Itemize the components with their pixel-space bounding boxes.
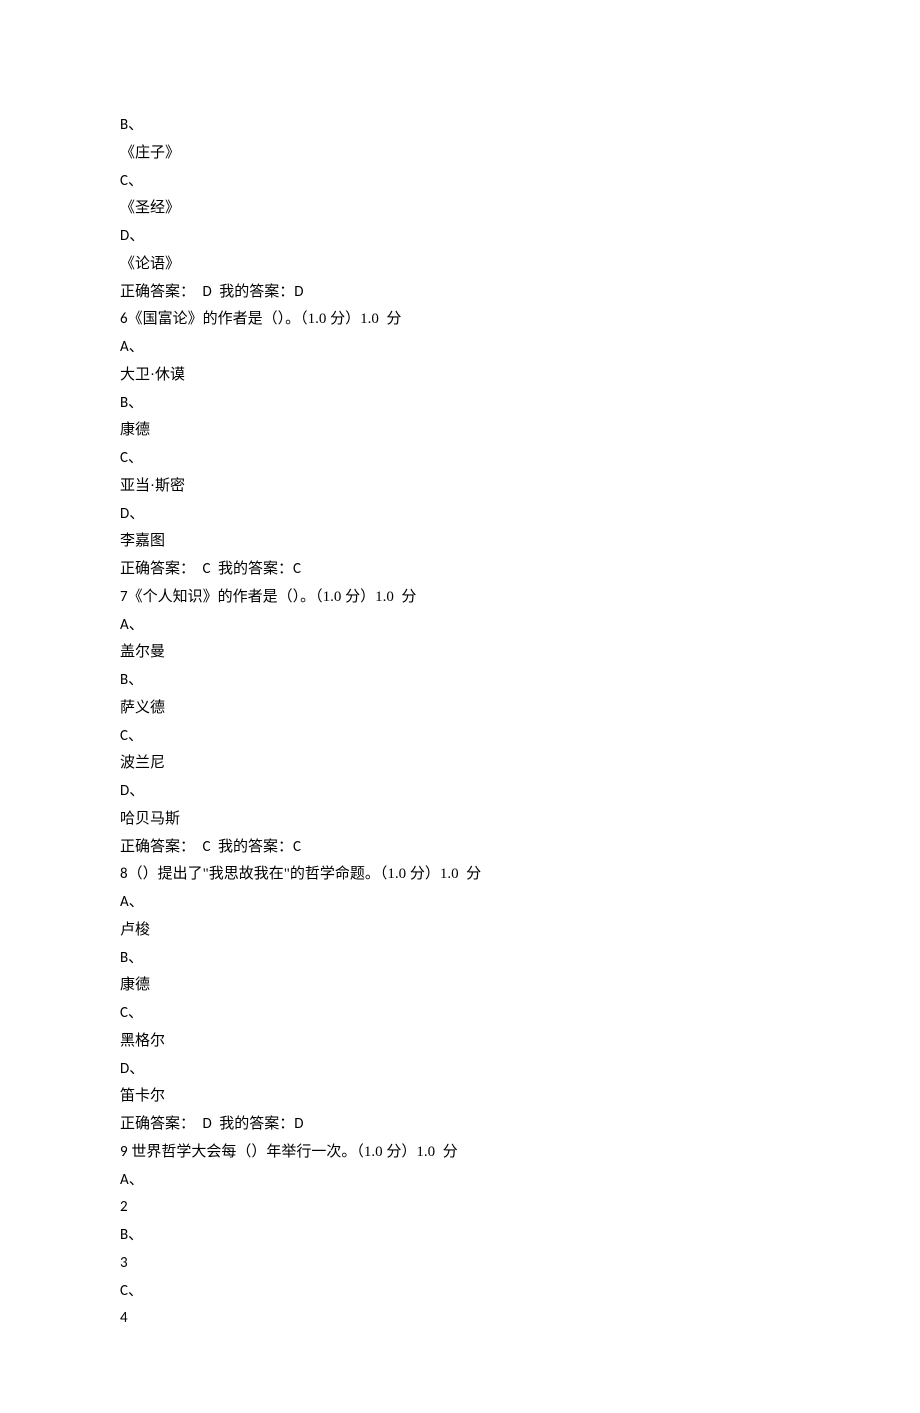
option-letter: C、 <box>120 723 800 751</box>
option-letter: A、 <box>120 334 800 362</box>
option-text: 波兰尼 <box>120 750 800 778</box>
option-letter: B、 <box>120 390 800 418</box>
option-text: 萨义德 <box>120 695 800 723</box>
option-letter: B、 <box>120 945 800 973</box>
option-text: 3 <box>120 1250 800 1278</box>
option-letter: A、 <box>120 889 800 917</box>
option-text: 康德 <box>120 972 800 1000</box>
question-prompt: 7《个人知识》的作者是（）。（1.0 分）1.0 分 <box>120 584 800 612</box>
option-text: 大卫·休谟 <box>120 362 800 390</box>
option-text: 康德 <box>120 417 800 445</box>
question-prompt: 8（）提出了"我思故我在"的哲学命题。（1.0 分）1.0 分 <box>120 861 800 889</box>
option-letter: C、 <box>120 1000 800 1028</box>
option-letter: D、 <box>120 778 800 806</box>
option-letter: C、 <box>120 168 800 196</box>
option-text: 盖尔曼 <box>120 639 800 667</box>
question-prompt: 9 世界哲学大会每（）年举行一次。（1.0 分）1.0 分 <box>120 1139 800 1167</box>
answer-line: 正确答案： D 我的答案：D <box>120 279 800 307</box>
option-text: 李嘉图 <box>120 528 800 556</box>
option-letter: B、 <box>120 667 800 695</box>
option-letter: D、 <box>120 501 800 529</box>
option-text: 哈贝马斯 <box>120 806 800 834</box>
option-letter: A、 <box>120 1167 800 1195</box>
option-text: 《论语》 <box>120 251 800 279</box>
option-text: 4 <box>120 1305 800 1333</box>
option-text: 黑格尔 <box>120 1028 800 1056</box>
option-text: 笛卡尔 <box>120 1083 800 1111</box>
option-text: 《庄子》 <box>120 140 800 168</box>
option-text: 卢梭 <box>120 917 800 945</box>
option-text: 亚当·斯密 <box>120 473 800 501</box>
question-prompt: 6《国富论》的作者是（）。（1.0 分）1.0 分 <box>120 306 800 334</box>
option-text: 《圣经》 <box>120 195 800 223</box>
option-letter: C、 <box>120 445 800 473</box>
option-letter: C、 <box>120 1278 800 1306</box>
answer-line: 正确答案： C 我的答案：C <box>120 834 800 862</box>
answer-line: 正确答案： D 我的答案：D <box>120 1111 800 1139</box>
option-letter: B、 <box>120 112 800 140</box>
option-letter: B、 <box>120 1222 800 1250</box>
document-page: B、 《庄子》 C、 《圣经》 D、 《论语》 正确答案： D 我的答案：D 6… <box>0 0 920 1413</box>
option-letter: D、 <box>120 1056 800 1084</box>
option-letter: D、 <box>120 223 800 251</box>
answer-line: 正确答案： C 我的答案：C <box>120 556 800 584</box>
option-letter: A、 <box>120 612 800 640</box>
option-text: 2 <box>120 1194 800 1222</box>
